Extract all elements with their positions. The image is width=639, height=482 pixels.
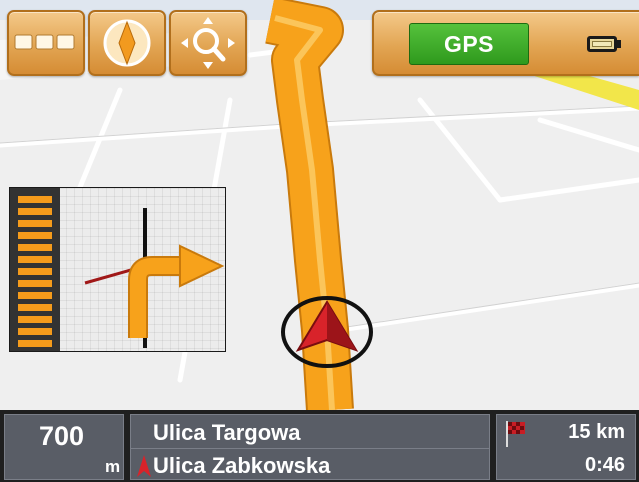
turn-right-arrow-icon — [84, 208, 225, 348]
destination-flag-icon — [506, 421, 525, 447]
battery-terminal — [617, 40, 621, 48]
distance-unit: m — [105, 457, 121, 476]
zoom-pan-icon — [181, 17, 235, 69]
street-divider — [131, 448, 489, 449]
eta-panel[interactable]: 15 km 0:46 — [496, 414, 636, 480]
current-street: Ulica Targowa — [153, 420, 301, 445]
position-arrow-icon — [137, 455, 151, 477]
remaining-time: 0:46 — [584, 454, 625, 476]
status-panel: GPS — [372, 10, 639, 76]
distance-to-turn: 700 — [39, 421, 85, 451]
next-street: Ulica Zabkowska — [153, 453, 331, 478]
maneuver-panel[interactable] — [9, 187, 226, 352]
menu-dots-icon — [14, 34, 75, 50]
street-panel[interactable]: Ulica Targowa Ulica Zabkowska — [130, 414, 490, 480]
zoom-pan-button[interactable] — [169, 10, 247, 76]
compass-button[interactable] — [88, 10, 166, 76]
compass-icon — [103, 19, 151, 67]
remaining-distance: 15 km — [568, 421, 625, 443]
gps-button[interactable]: GPS — [409, 23, 529, 65]
distance-panel: 700 m — [4, 414, 124, 480]
menu-button[interactable] — [7, 10, 85, 76]
battery-icon — [587, 36, 617, 52]
status-bar: 700 m Ulica Targowa Ulica Zabkowska 15 k… — [0, 410, 639, 482]
